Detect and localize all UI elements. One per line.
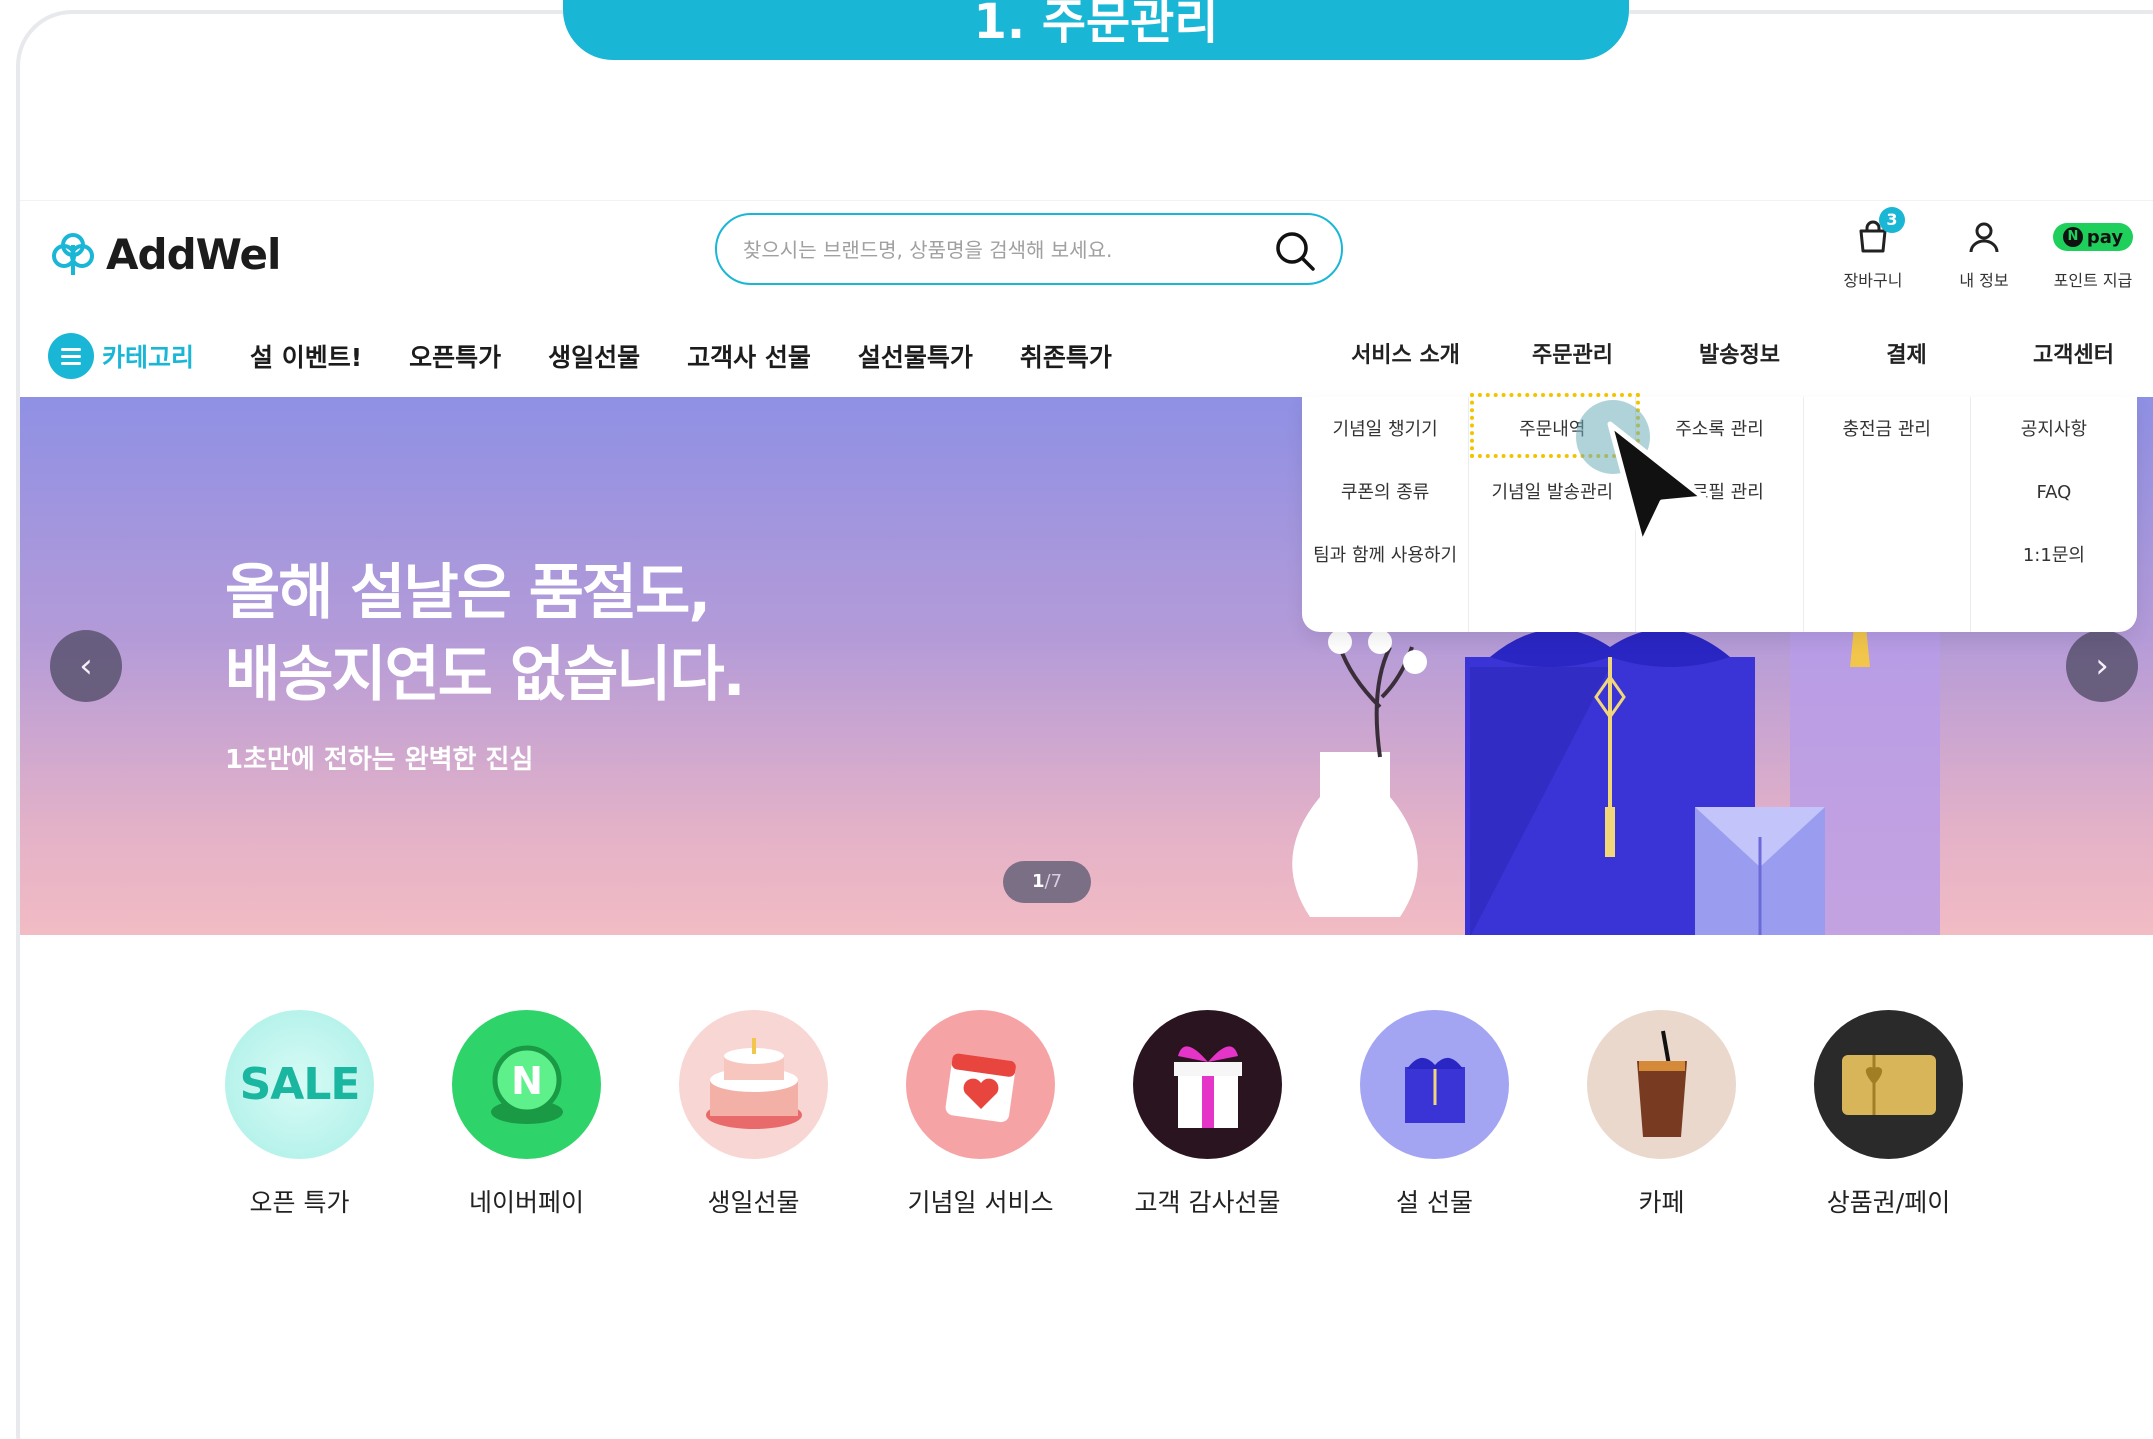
menu-item-team-use[interactable]: 팀과 함께 사용하기 — [1302, 541, 1468, 604]
naverpay-coin-icon: N — [452, 1010, 601, 1159]
banner-subtext: 1초만에 전하는 완벽한 진심 — [225, 745, 534, 775]
category-naverpay[interactable]: N 네이버페이 — [452, 1010, 601, 1219]
hamburger-icon — [48, 333, 94, 379]
iced-coffee-icon — [1587, 1010, 1736, 1159]
category-label: 기념일 서비스 — [907, 1188, 1054, 1217]
banner-prev-button[interactable]: ‹ — [50, 630, 122, 702]
category-label: 카테고리 — [102, 343, 195, 372]
npay-badge: N pay — [2052, 223, 2134, 251]
service-dropdown-menu: 기념일 챙기기 쿠폰의 종류 팀과 함께 사용하기 주문내역 기념일 발송관리 … — [1302, 397, 2137, 632]
nav-shipping-info[interactable]: 발송정보 — [1656, 326, 1823, 386]
calendar-heart-icon — [906, 1010, 1055, 1159]
search-input[interactable] — [743, 231, 1263, 269]
banner-pager: 1/7 — [1003, 861, 1091, 903]
nav-item[interactable]: 설 이벤트! — [250, 338, 362, 374]
category-gift-card[interactable]: 상품권/페이 — [1814, 1010, 1963, 1219]
brand-name: AddWel — [106, 229, 281, 279]
category-label: 오픈 특가 — [249, 1188, 350, 1217]
menu-item-inquiry[interactable]: 1:1문의 — [1971, 541, 2137, 604]
gift-box-icon — [1133, 1010, 1282, 1159]
nav-item[interactable]: 생일선물 — [548, 338, 640, 374]
menu-item-charge-balance[interactable]: 충전금 관리 — [1804, 415, 1970, 478]
nav-payment[interactable]: 결제 — [1823, 326, 1990, 386]
cart-label: 장바구니 — [1843, 271, 1903, 290]
nav-customer-center[interactable]: 고객센터 — [1990, 326, 2153, 386]
chevron-left-icon: ‹ — [79, 646, 93, 686]
mouse-pointer-icon — [1607, 421, 1707, 547]
cart-count-badge: 3 — [1879, 207, 1905, 233]
naver-n-icon: N — [2062, 227, 2083, 247]
category-shortcuts: SALE 오픈 특가 N 네이버페이 생일선물 기념일 서비스 고객 감사선물 … — [225, 1010, 1963, 1219]
menu-item-anniversary[interactable]: 기념일 챙기기 — [1302, 415, 1468, 478]
gift-card-icon — [1814, 1010, 1963, 1159]
blue-gift-icon — [1360, 1010, 1509, 1159]
npay-point-button[interactable]: N pay 포인트 지급 — [2038, 209, 2148, 291]
category-birthday[interactable]: 생일선물 — [679, 1010, 828, 1219]
category-label: 생일선물 — [707, 1188, 800, 1217]
category-menu-button[interactable]: 카테고리 — [48, 333, 194, 379]
service-nav: 서비스 소개 주문관리 발송정보 결제 고객센터 — [1322, 326, 2153, 386]
category-cafe[interactable]: 카페 — [1587, 1010, 1736, 1219]
nav-item[interactable]: 오픈특가 — [409, 338, 501, 374]
user-icon — [1969, 222, 1999, 253]
nav-service-intro[interactable]: 서비스 소개 — [1322, 326, 1489, 386]
category-label: 네이버페이 — [468, 1188, 584, 1217]
banner-next-button[interactable]: › — [2066, 630, 2138, 702]
menu-item-notice[interactable]: 공지사항 — [1971, 415, 2137, 478]
category-open-sale[interactable]: SALE 오픈 특가 — [225, 1010, 374, 1219]
dropdown-column-support: 공지사항 FAQ 1:1문의 — [1971, 397, 2137, 632]
category-label: 카페 — [1638, 1188, 1685, 1217]
pager-current: 1 — [1031, 871, 1045, 892]
cart-button[interactable]: 3 장바구니 — [1818, 207, 1928, 291]
sale-icon: SALE — [225, 1010, 374, 1159]
chevron-right-icon: › — [2095, 646, 2109, 686]
svg-text:N: N — [511, 1059, 543, 1103]
dropdown-column-payment: 충전금 관리 — [1804, 397, 1971, 632]
my-info-label: 내 정보 — [1959, 271, 2009, 290]
search-icon[interactable] — [1273, 229, 1317, 273]
site-header: AddWel 3 장바구니 내 정보 N — [20, 200, 2153, 397]
npay-badge-text: pay — [2086, 226, 2124, 248]
search-bar — [715, 213, 1343, 285]
brand-logo[interactable]: AddWel — [48, 229, 281, 279]
menu-item-faq[interactable]: FAQ — [1971, 478, 2137, 541]
addwel-logo-icon — [52, 233, 94, 275]
category-label: 상품권/페이 — [1826, 1188, 1951, 1217]
slide-title: 1. 주문관리 — [563, 0, 1629, 60]
npay-point-label: 포인트 지급 — [2053, 271, 2133, 290]
category-lunar-new-year-gift[interactable]: 설 선물 — [1360, 1010, 1509, 1219]
nav-item[interactable]: 취존특가 — [1020, 338, 1112, 374]
main-nav: 카테고리 설 이벤트! 오픈특가 생일선물 고객사 선물 설선물특가 취존특가 — [48, 326, 1159, 386]
nav-item[interactable]: 설선물특가 — [858, 338, 973, 374]
banner-headline: 올해 설날은 품절도, 배송지연도 없습니다. — [225, 552, 745, 716]
menu-item-coupon-types[interactable]: 쿠폰의 종류 — [1302, 478, 1468, 541]
category-anniversary[interactable]: 기념일 서비스 — [906, 1010, 1055, 1219]
my-info-button[interactable]: 내 정보 — [1929, 209, 2039, 291]
banner-headline-line1: 올해 설날은 품절도, — [225, 558, 711, 628]
nav-order-management[interactable]: 주문관리 — [1489, 326, 1656, 386]
category-thank-you-gift[interactable]: 고객 감사선물 — [1133, 1010, 1282, 1219]
pager-total: /7 — [1044, 871, 1063, 892]
category-label: 고객 감사선물 — [1134, 1188, 1281, 1217]
banner-headline-line2: 배송지연도 없습니다. — [225, 640, 745, 710]
nav-item[interactable]: 고객사 선물 — [687, 338, 811, 374]
category-label: 설 선물 — [1396, 1188, 1473, 1217]
dropdown-column-service: 기념일 챙기기 쿠폰의 종류 팀과 함께 사용하기 — [1302, 397, 1470, 632]
birthday-cake-icon — [679, 1010, 828, 1159]
